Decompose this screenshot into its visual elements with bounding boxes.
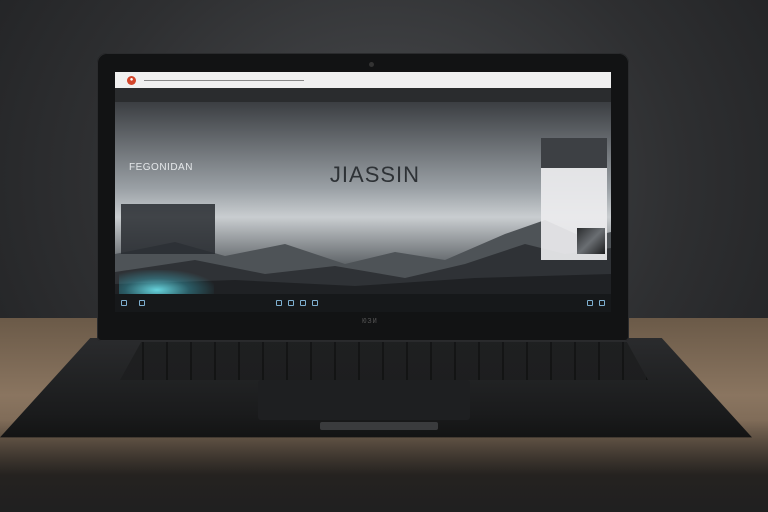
laptop-front-notch bbox=[320, 422, 438, 430]
taskbar bbox=[115, 294, 611, 312]
laptop-screen: ● JIASSIN FEGONIDAN bbox=[115, 72, 611, 312]
hero-section: JIASSIN FEGONIDAN bbox=[115, 102, 611, 294]
bezel-logo: ЮЗИ bbox=[362, 318, 378, 326]
left-panel-heading: FEGONIDAN bbox=[129, 162, 193, 173]
app-icon[interactable] bbox=[139, 300, 145, 306]
browser-chrome: ● bbox=[115, 72, 611, 88]
right-panel-thumbnail[interactable] bbox=[577, 228, 605, 254]
webcam-icon bbox=[369, 62, 374, 67]
app-icon[interactable] bbox=[288, 300, 295, 306]
app-icon[interactable] bbox=[276, 300, 283, 306]
keyboard bbox=[120, 342, 648, 380]
hero-title: JIASSIN bbox=[329, 162, 421, 187]
site-navbar bbox=[115, 88, 611, 102]
cyan-glow bbox=[119, 270, 214, 294]
start-icon[interactable] bbox=[121, 300, 127, 306]
app-icon[interactable] bbox=[300, 300, 307, 306]
tray-icon[interactable] bbox=[598, 300, 605, 306]
scene: ЮЗИ ● JIASSIN FEGONIDAN bbox=[0, 0, 768, 512]
right-panel-header bbox=[541, 138, 607, 168]
brand-logo-icon[interactable]: ● bbox=[127, 75, 136, 85]
address-bar[interactable] bbox=[144, 79, 304, 81]
left-panel-box[interactable] bbox=[121, 204, 215, 254]
app-icon[interactable] bbox=[312, 300, 319, 306]
tray-icon[interactable] bbox=[586, 300, 593, 306]
left-feature-panel: FEGONIDAN bbox=[115, 152, 215, 294]
right-sidebar-panel bbox=[541, 138, 607, 260]
touchpad bbox=[258, 380, 470, 420]
